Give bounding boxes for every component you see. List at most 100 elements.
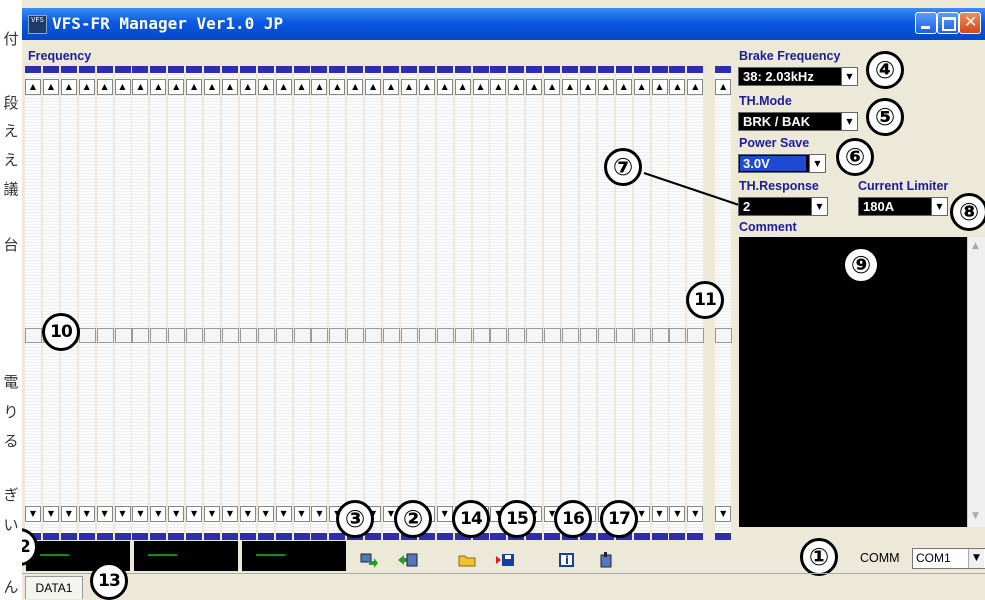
decrement-arrow-icon[interactable]: ▼ (311, 506, 328, 522)
minimize-button[interactable] (915, 12, 937, 34)
maximize-button[interactable] (937, 12, 959, 34)
increment-arrow-icon[interactable]: ▲ (60, 79, 77, 95)
slider-column[interactable]: ▲▼ (579, 66, 597, 540)
slider-thumb[interactable] (544, 328, 562, 343)
increment-arrow-icon[interactable]: ▲ (472, 79, 489, 95)
slider-thumb[interactable] (383, 328, 400, 343)
th-response-select[interactable]: 2 ▼ (738, 197, 828, 216)
scroll-up-icon[interactable]: ▲ (972, 241, 979, 251)
slider-column[interactable]: ▲▼ (347, 66, 365, 540)
comment-scrollbar[interactable]: ▲ ▼ (967, 237, 985, 527)
info-button[interactable] (558, 552, 576, 568)
slider-thumb[interactable] (418, 328, 436, 343)
slider-track[interactable] (508, 73, 525, 540)
decrement-arrow-icon[interactable]: ▼ (150, 506, 167, 522)
slider-column[interactable]: ▲▼ (651, 66, 669, 540)
slider-column[interactable]: ▲▼ (597, 66, 615, 540)
slider-track[interactable] (490, 73, 507, 540)
slider-thumb[interactable] (25, 328, 42, 343)
slider-column[interactable]: ▲▼ (508, 66, 526, 540)
slider-track[interactable] (579, 73, 596, 540)
slider-column[interactable]: ▲▼ (633, 66, 651, 540)
slider-thumb[interactable] (311, 328, 329, 343)
slider-column[interactable]: ▲▼ (25, 66, 42, 540)
slider-column[interactable]: ▲▼ (615, 66, 633, 540)
slider-column[interactable]: ▲▼ (562, 66, 579, 540)
slider-thumb[interactable] (114, 328, 132, 343)
slider-column[interactable]: ▲▼ (150, 66, 168, 540)
decrement-arrow-icon[interactable]: ▼ (669, 506, 686, 522)
comm-port-select[interactable]: COM1 ▼ (912, 548, 985, 569)
slider-column[interactable]: ▲▼ (96, 66, 114, 540)
increment-arrow-icon[interactable]: ▲ (204, 79, 220, 95)
slider-column[interactable]: ▲▼ (168, 66, 186, 540)
slider-thumb[interactable] (239, 328, 257, 343)
decrement-arrow-icon[interactable]: ▼ (436, 506, 453, 522)
slider-track[interactable] (186, 73, 203, 540)
slider-column[interactable]: ▲▼ (383, 66, 400, 540)
slider-thumb[interactable] (150, 328, 168, 343)
slider-column[interactable]: ▲▼ (526, 66, 544, 540)
slider-track[interactable] (400, 73, 417, 540)
increment-arrow-icon[interactable]: ▲ (715, 79, 732, 95)
slider-thumb[interactable] (132, 328, 150, 343)
slider-thumb[interactable] (454, 328, 472, 343)
slider-column[interactable]: ▲▼ (472, 66, 490, 540)
close-button[interactable]: ✕ (959, 12, 981, 34)
decrement-arrow-icon[interactable]: ▼ (42, 506, 59, 522)
increment-arrow-icon[interactable]: ▲ (633, 79, 650, 95)
slider-thumb[interactable] (329, 328, 347, 343)
increment-arrow-icon[interactable]: ▲ (418, 79, 435, 95)
slider-column[interactable]: ▲▼ (257, 66, 275, 540)
slider-thumb[interactable] (526, 328, 544, 343)
slider-column[interactable]: ▲▼ (275, 66, 293, 540)
chevron-down-icon[interactable]: ▼ (968, 549, 984, 568)
increment-arrow-icon[interactable]: ▲ (436, 79, 453, 95)
slider-track[interactable] (329, 73, 346, 540)
slider-track[interactable] (347, 73, 364, 540)
slider-track[interactable] (436, 73, 453, 540)
slider-column[interactable]: ▲▼ (365, 66, 383, 540)
decrement-arrow-icon[interactable]: ▼ (221, 506, 238, 522)
current-limiter-select[interactable]: 180A ▼ (858, 197, 948, 216)
increment-arrow-icon[interactable]: ▲ (454, 79, 471, 95)
slider-thumb[interactable] (365, 328, 383, 343)
slider-column[interactable]: ▲▼ (669, 66, 687, 540)
slider-column[interactable]: ▲▼ (60, 66, 78, 540)
slider-column[interactable]: ▲▼ (293, 66, 311, 540)
slider-column[interactable]: ▲▼ (78, 66, 96, 540)
decrement-arrow-icon[interactable]: ▼ (293, 506, 310, 522)
slider-column[interactable]: ▲▼ (186, 66, 204, 540)
slider-track[interactable] (454, 73, 471, 540)
increment-arrow-icon[interactable]: ▲ (615, 79, 632, 95)
increment-arrow-icon[interactable]: ▲ (579, 79, 596, 95)
slider-column[interactable]: ▲▼ (454, 66, 472, 540)
slider-track[interactable] (204, 73, 220, 540)
slider-thumb[interactable] (96, 328, 114, 343)
decrement-arrow-icon[interactable]: ▼ (168, 506, 185, 522)
slider-track[interactable] (383, 73, 399, 540)
slider-track[interactable] (132, 73, 149, 540)
chevron-down-icon[interactable]: ▼ (841, 68, 857, 85)
slider-track[interactable] (597, 73, 614, 540)
increment-arrow-icon[interactable]: ▲ (275, 79, 292, 95)
increment-arrow-icon[interactable]: ▲ (221, 79, 238, 95)
slider-column[interactable]: ▲▼ (544, 66, 562, 540)
slider-thumb[interactable] (687, 328, 705, 343)
slider-column[interactable]: ▲▼ (114, 66, 132, 540)
increment-arrow-icon[interactable]: ▲ (132, 79, 149, 95)
slider-column[interactable]: ▲▼ (490, 66, 508, 540)
increment-arrow-icon[interactable]: ▲ (42, 79, 59, 95)
increment-arrow-icon[interactable]: ▲ (329, 79, 346, 95)
title-bar[interactable]: VFS VFS-FR Manager Ver1.0 JP ✕ (22, 8, 985, 40)
increment-arrow-icon[interactable]: ▲ (257, 79, 274, 95)
increment-arrow-icon[interactable]: ▲ (114, 79, 131, 95)
decrement-arrow-icon[interactable]: ▼ (114, 506, 131, 522)
slider-column[interactable]: ▲▼ (311, 66, 329, 540)
slider-column[interactable]: ▲▼ (400, 66, 418, 540)
slider-track[interactable] (114, 73, 131, 540)
slider-thumb[interactable] (257, 328, 275, 343)
decrement-arrow-icon[interactable]: ▼ (186, 506, 203, 522)
open-button[interactable] (458, 552, 476, 568)
slider-track[interactable] (78, 73, 95, 540)
